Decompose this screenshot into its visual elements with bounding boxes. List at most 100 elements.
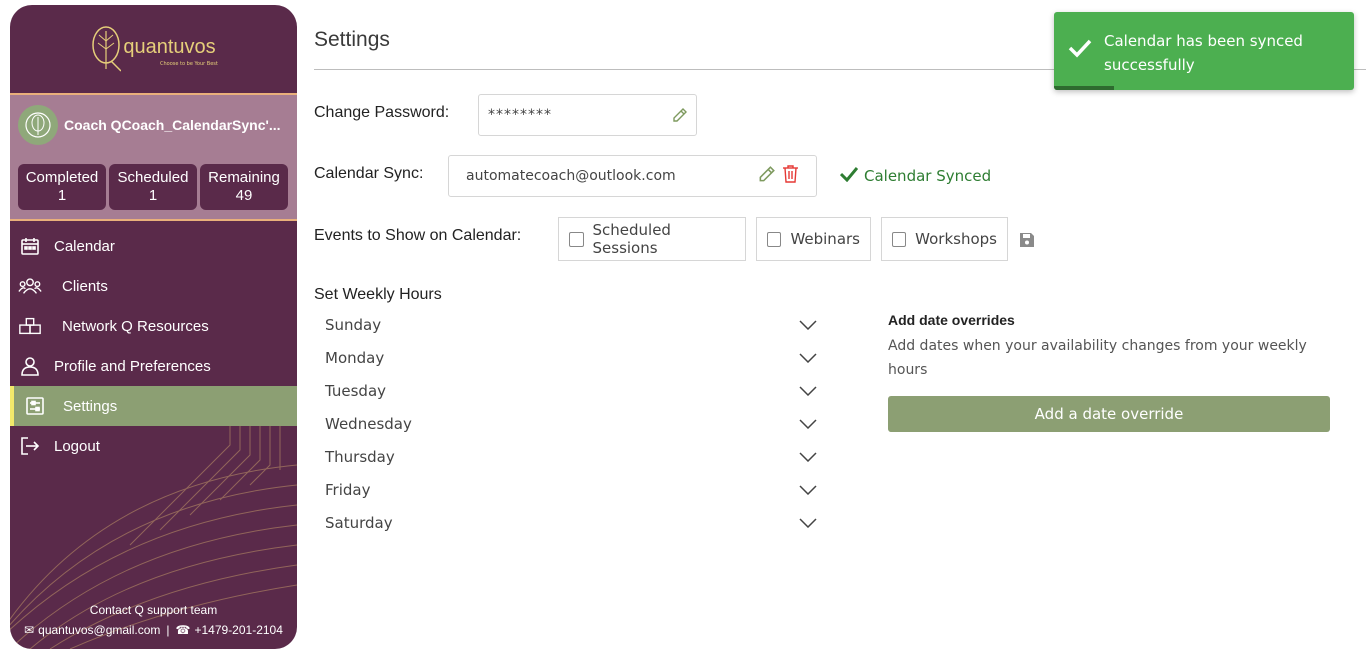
users-icon <box>18 274 42 298</box>
brand-logo[interactable]: quantuvos Choose to be Your Best <box>10 5 297 93</box>
day-label: Wednesday <box>325 414 412 433</box>
check-icon <box>839 166 859 186</box>
date-overrides-title: Add date overrides <box>888 312 1015 328</box>
sidebar-item-settings[interactable]: Settings <box>10 386 297 426</box>
day-row-thursday[interactable]: Thursday <box>325 440 817 473</box>
delete-trash-icon[interactable] <box>782 164 799 187</box>
sidebar-item-label: Calendar <box>54 237 115 255</box>
events-label: Events to Show on Calendar: <box>314 227 522 244</box>
check-icon <box>1068 38 1092 62</box>
stat-label: Completed <box>25 169 99 186</box>
stat-label: Remaining <box>208 169 280 186</box>
user-icon <box>18 354 42 378</box>
main-content: Settings Change Password: ******** Calen… <box>314 0 1366 657</box>
checkbox-scheduled-sessions[interactable]: Scheduled Sessions <box>558 217 746 261</box>
chevron-down-icon[interactable] <box>799 481 817 499</box>
support-phone[interactable]: +1479-201-2104 <box>194 623 282 637</box>
checkbox[interactable] <box>767 231 782 247</box>
brand-tagline: Choose to be Your Best <box>160 61 218 67</box>
sidebar-item-label: Clients <box>62 277 108 295</box>
success-toast[interactable]: Calendar has been synced successfully <box>1054 12 1354 90</box>
stat-completed: Completed 1 <box>18 164 106 210</box>
tree-avatar-icon <box>25 112 51 138</box>
chevron-down-icon[interactable] <box>799 316 817 334</box>
sidebar-item-label: Logout <box>54 437 100 455</box>
sidebar-item-network-q-resources[interactable]: Network Q Resources <box>10 306 297 346</box>
coach-name: Coach QCoach_CalendarSync'... <box>64 117 281 133</box>
page-title: Settings <box>314 28 390 51</box>
support-email[interactable]: quantuvos@gmail.com <box>38 623 160 637</box>
mail-icon: ✉ <box>24 623 35 637</box>
session-stats: Completed 1 Scheduled 1 Remaining 49 <box>18 164 288 210</box>
stat-label: Scheduled <box>117 169 189 186</box>
password-label: Change Password: <box>314 104 450 121</box>
sidebar-item-clients[interactable]: Clients <box>10 266 297 306</box>
stat-scheduled: Scheduled 1 <box>109 164 197 210</box>
calendar-sync-email: automatecoach@outlook.com <box>466 168 676 184</box>
checkbox-label: Workshops <box>915 230 997 248</box>
chevron-down-icon[interactable] <box>799 514 817 532</box>
boxes-icon <box>18 314 42 338</box>
chevron-down-icon[interactable] <box>799 448 817 466</box>
sidebar-item-profile-and-preferences[interactable]: Profile and Preferences <box>10 346 297 386</box>
add-date-override-button[interactable]: Add a date override <box>888 396 1330 432</box>
day-row-friday[interactable]: Friday <box>325 473 817 506</box>
sidebar-item-label: Settings <box>63 397 118 415</box>
stat-value: 49 <box>235 187 253 204</box>
calendar-icon <box>18 234 42 258</box>
logout-icon <box>18 434 42 458</box>
sidebar-item-label: Network Q Resources <box>62 317 209 335</box>
sidebar: quantuvos Choose to be Your Best Coach Q… <box>10 5 297 649</box>
support-title: Contact Q support team <box>89 603 218 617</box>
tree-logo-icon <box>92 26 122 72</box>
day-row-tuesday[interactable]: Tuesday <box>325 374 817 407</box>
chevron-down-icon[interactable] <box>799 382 817 400</box>
support-contact: Contact Q support team ✉ quantuvos@gmail… <box>10 603 297 637</box>
toast-progress-bar <box>1054 86 1114 90</box>
weekly-hours-title: Set Weekly Hours <box>314 286 442 303</box>
stat-value: 1 <box>57 187 67 204</box>
day-row-saturday[interactable]: Saturday <box>325 506 817 539</box>
checkbox-label: Webinars <box>790 230 860 248</box>
day-row-sunday[interactable]: Sunday <box>325 308 817 341</box>
day-label: Sunday <box>325 315 382 334</box>
sidebar-item-calendar[interactable]: Calendar <box>10 226 297 266</box>
settings-icon <box>23 394 47 418</box>
avatar[interactable] <box>18 105 58 145</box>
calendar-sync-email-field[interactable]: automatecoach@outlook.com <box>448 155 817 197</box>
edit-pencil-icon[interactable] <box>671 107 688 128</box>
sidebar-item-label: Profile and Preferences <box>54 357 211 375</box>
checkbox[interactable] <box>892 231 907 247</box>
day-row-monday[interactable]: Monday <box>325 341 817 374</box>
sidebar-nav: Calendar Clients Network Q Resources Pro… <box>10 226 297 466</box>
synced-text: Calendar Synced <box>864 167 992 185</box>
weekly-days-list: Sunday Monday Tuesday Wednesday Thursday… <box>325 308 817 539</box>
chevron-down-icon[interactable] <box>799 415 817 433</box>
stat-remaining: Remaining 49 <box>200 164 288 210</box>
separator: | <box>166 623 170 637</box>
checkbox-webinars[interactable]: Webinars <box>756 217 871 261</box>
brand-name: quantuvos <box>123 35 216 58</box>
chevron-down-icon[interactable] <box>799 349 817 367</box>
checkbox-workshops[interactable]: Workshops <box>881 217 1008 261</box>
toast-message: Calendar has been synced successfully <box>1104 32 1303 74</box>
checkbox-label: Scheduled Sessions <box>592 221 671 257</box>
calendar-sync-label: Calendar Sync: <box>314 165 424 182</box>
day-label: Saturday <box>325 513 393 532</box>
day-label: Thursday <box>325 447 395 466</box>
checkbox[interactable] <box>569 231 584 247</box>
sidebar-item-logout[interactable]: Logout <box>10 426 297 466</box>
day-label: Monday <box>325 348 385 367</box>
password-field[interactable]: ******** <box>478 94 697 136</box>
calendar-synced-status: Calendar Synced <box>839 166 992 186</box>
date-overrides-description: Add dates when your availability changes… <box>888 338 1307 378</box>
coach-panel: Coach QCoach_CalendarSync'... Completed … <box>10 95 297 219</box>
stat-value: 1 <box>148 187 158 204</box>
edit-pencil-icon[interactable] <box>757 165 776 188</box>
save-icon[interactable] <box>1020 232 1034 251</box>
phone-icon: ☎ <box>175 623 191 637</box>
day-row-wednesday[interactable]: Wednesday <box>325 407 817 440</box>
password-value: ******** <box>488 107 552 123</box>
day-label: Friday <box>325 480 371 499</box>
day-label: Tuesday <box>325 381 387 400</box>
